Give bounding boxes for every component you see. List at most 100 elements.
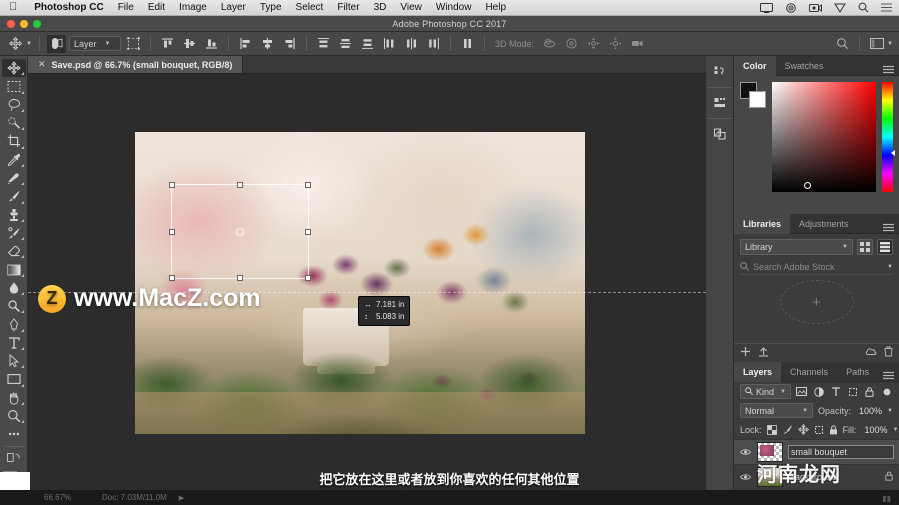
distribute-left-edges-icon[interactable] (380, 35, 399, 53)
layer-name[interactable]: small bouquet (788, 445, 894, 459)
align-top-edges-icon[interactable] (158, 35, 177, 53)
plus-icon[interactable]: + (779, 280, 854, 324)
align-bottom-edges-icon[interactable] (202, 35, 221, 53)
align-vertical-centers-icon[interactable] (180, 35, 199, 53)
hue-slider-marker[interactable] (891, 150, 895, 157)
history-brush-tool[interactable] (2, 224, 26, 242)
airplay-icon[interactable] (779, 2, 803, 13)
search-icon[interactable] (833, 35, 852, 53)
menu-item-type[interactable]: Type (253, 2, 289, 13)
document-image[interactable] (135, 132, 585, 434)
tab-swatches[interactable]: Swatches (776, 56, 833, 76)
apple-icon[interactable]:  (0, 2, 27, 13)
minimize-window-button[interactable] (20, 20, 28, 28)
transform-controls-icon[interactable] (124, 35, 143, 53)
transform-handle-bottom-center[interactable] (237, 275, 243, 281)
auto-select-icon[interactable] (46, 34, 66, 53)
blur-tool[interactable] (2, 279, 26, 297)
transform-handle-top-center[interactable] (237, 182, 243, 188)
distribute-top-edges-icon[interactable] (314, 35, 333, 53)
shape-layer-filter-icon[interactable] (847, 387, 859, 397)
menu-item-window[interactable]: Window (429, 2, 479, 13)
distribute-bottom-edges-icon[interactable] (358, 35, 377, 53)
distribute-horizontal-centers-icon[interactable] (402, 35, 421, 53)
tab-libraries[interactable]: Libraries (734, 213, 791, 234)
menu-item-view[interactable]: View (393, 2, 429, 13)
rectangular-marquee-tool[interactable] (2, 77, 26, 95)
chevron-down-icon[interactable]: ▼ (893, 427, 899, 433)
tab-color[interactable]: Color (734, 55, 776, 76)
free-transform-bounding-box[interactable] (169, 182, 311, 281)
filter-toggle-icon[interactable] (881, 387, 893, 397)
close-icon[interactable]: ✕ (38, 59, 46, 70)
hand-tool[interactable] (2, 389, 26, 407)
lock-transparent-pixels-icon[interactable] (766, 424, 777, 435)
align-horizontal-centers-icon[interactable] (258, 35, 277, 53)
close-window-button[interactable] (7, 20, 15, 28)
transform-handle-top-left[interactable] (169, 182, 175, 188)
add-library-item-icon[interactable] (740, 344, 751, 362)
chevron-down-icon[interactable]: ▼ (887, 41, 893, 47)
lock-position-icon[interactable] (797, 424, 809, 435)
adobe-stock-search-field[interactable]: Search Adobe Stock ▼ (740, 260, 893, 275)
playback-controls-icon[interactable]: ▮▮ (882, 494, 891, 503)
transform-handle-bottom-right[interactable] (305, 275, 311, 281)
lasso-tool[interactable] (2, 96, 26, 114)
chevron-down-icon[interactable]: ▼ (887, 264, 893, 270)
fill-value[interactable]: 100% (862, 425, 887, 435)
smart-object-filter-icon[interactable] (864, 386, 876, 397)
shield-icon[interactable] (828, 3, 852, 13)
transform-handle-top-right[interactable] (305, 182, 311, 188)
zoom-level[interactable]: 66.67% (44, 493, 90, 502)
menu-item-filter[interactable]: Filter (330, 2, 366, 13)
pixel-layer-filter-icon[interactable] (796, 387, 808, 396)
tab-paths[interactable]: Paths (837, 362, 878, 382)
orbit-3d-icon[interactable] (540, 35, 559, 53)
screen-record-icon[interactable] (803, 3, 828, 13)
horizontal-type-tool[interactable] (2, 334, 26, 352)
maximize-window-button[interactable] (33, 20, 41, 28)
tab-channels[interactable]: Channels (781, 362, 837, 382)
tab-adjustments[interactable]: Adjustments (790, 214, 858, 234)
slide-3d-icon[interactable] (606, 35, 625, 53)
menu-item-select[interactable]: Select (289, 2, 331, 13)
menu-item-edit[interactable]: Edit (141, 2, 172, 13)
hue-slider[interactable] (882, 82, 895, 192)
menu-item-help[interactable]: Help (478, 2, 513, 13)
path-selection-tool[interactable] (2, 352, 26, 370)
transform-handle-bottom-left[interactable] (169, 275, 175, 281)
align-left-edges-icon[interactable] (236, 35, 255, 53)
dodge-tool[interactable] (2, 297, 26, 315)
zoom-tool[interactable] (2, 407, 26, 425)
blend-mode-select[interactable]: Normal ▼ (740, 403, 814, 418)
canvas-area[interactable]: ↔ 7.181 in ↕ 5.083 in Z www.MacZ.com (28, 74, 706, 490)
pan-3d-icon[interactable] (584, 35, 603, 53)
list-view-icon[interactable] (877, 239, 893, 255)
chevron-right-icon[interactable]: ▶ (179, 494, 184, 502)
menu-item-image[interactable]: Image (172, 2, 214, 13)
delete-icon[interactable] (884, 344, 893, 362)
tab-layers[interactable]: Layers (734, 361, 782, 382)
lock-all-icon[interactable] (829, 424, 838, 435)
menu-item-layer[interactable]: Layer (214, 2, 253, 13)
layer-filter-kind-select[interactable]: Kind ▼ (740, 384, 791, 399)
color-picker-marker[interactable] (804, 182, 811, 189)
align-more-icon[interactable] (458, 35, 477, 53)
eraser-tool[interactable] (2, 242, 26, 260)
edit-toolbar-tool[interactable] (2, 425, 26, 443)
crop-tool[interactable] (2, 132, 26, 150)
menu-item-3d[interactable]: 3D (367, 2, 394, 13)
menu-app-name[interactable]: Photoshop CC (27, 2, 110, 13)
transform-handle-middle-right[interactable] (305, 228, 311, 235)
move-tool-icon[interactable] (6, 35, 25, 53)
align-right-edges-icon[interactable] (280, 35, 299, 53)
clone-stamp-tool[interactable] (2, 206, 26, 224)
opacity-value[interactable]: 100% (856, 406, 882, 416)
sync-icon[interactable] (865, 344, 877, 362)
zoom-3d-icon[interactable] (628, 35, 647, 53)
eye-icon[interactable] (740, 443, 751, 461)
distribute-right-edges-icon[interactable] (424, 35, 443, 53)
type-layer-filter-icon[interactable] (830, 386, 842, 397)
upload-icon[interactable] (758, 344, 769, 362)
tool-preset-caret-icon[interactable]: ▼ (26, 41, 32, 47)
